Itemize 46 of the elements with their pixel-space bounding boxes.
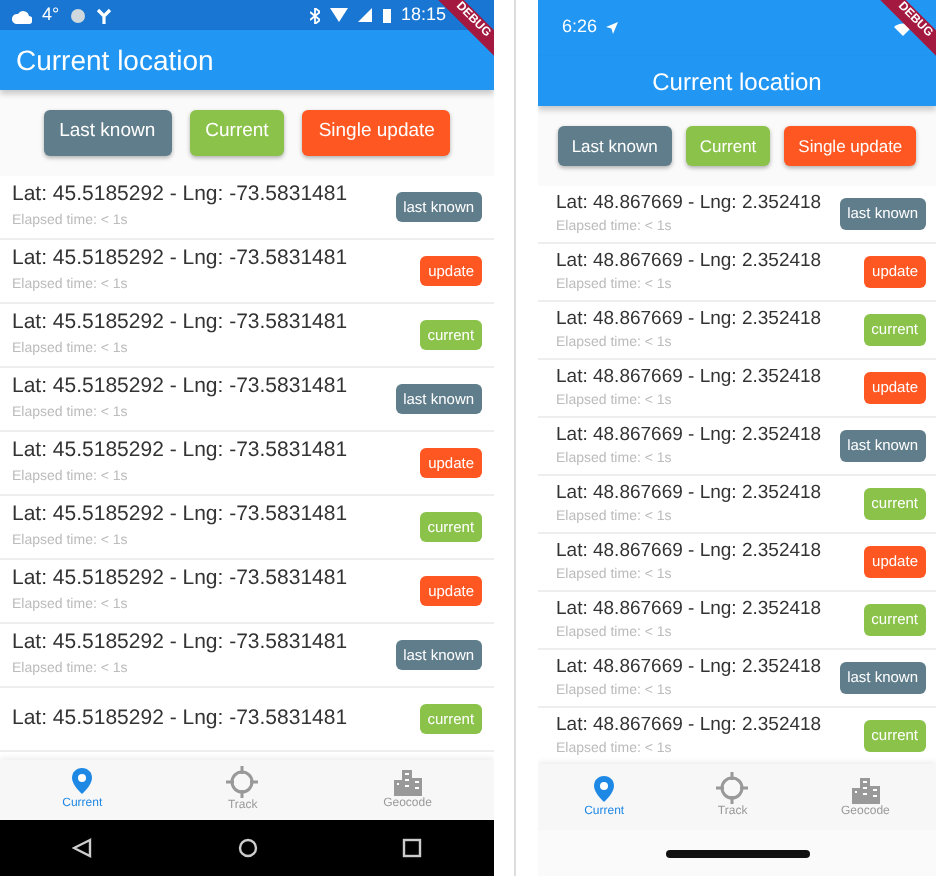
coordinates-text: Lat: 48.867669 - Lng: 2.352418 [556,653,822,682]
buildings-icon [391,766,424,796]
coordinates-text: Lat: 48.867669 - Lng: 2.352418 [556,189,822,218]
location-pin-icon [70,766,95,796]
wifi-icon [329,8,347,22]
clock-time: 6:26 [562,14,598,41]
signal-icon [357,8,371,22]
battery-icon [381,7,391,23]
coordinates-text: Lat: 45.5185292 - Lng: -73.5831481 [12,372,348,403]
coordinates-text: Lat: 45.5185292 - Lng: -73.5831481 [12,564,348,595]
bluetooth-icon [309,7,319,23]
recents-icon[interactable] [401,838,422,858]
coordinates-text: Lat: 48.867669 - Lng: 2.352418 [556,479,822,508]
location-pin-icon [592,773,617,803]
coordinates-text: Lat: 48.867669 - Lng: 2.352418 [556,247,822,276]
coordinates-text: Lat: 48.867669 - Lng: 2.352418 [556,595,822,624]
coordinates-text: Lat: 45.5185292 - Lng: -73.5831481 [12,244,348,275]
weather-icon [12,7,32,23]
home-icon[interactable] [237,838,258,858]
clock-time: 18:15 [401,1,447,28]
home-indicator[interactable] [665,849,809,857]
location-button[interactable]: Current [189,110,285,156]
location-button[interactable]: Single update [784,125,917,167]
crosshair-icon [226,765,259,797]
coordinates-text: Lat: 45.5185292 - Lng: -73.5831481 [12,500,348,531]
coordinates-text: Lat: 45.5185292 - Lng: -73.5831481 [12,436,348,467]
buildings-icon [849,773,882,803]
location-button[interactable]: Last known [43,110,172,156]
crosshair-icon [716,772,749,804]
back-icon[interactable] [72,838,93,858]
coordinates-text: Lat: 45.5185292 - Lng: -73.5831481 [12,703,348,734]
location-button[interactable]: Current [685,125,771,167]
coordinates-text: Lat: 48.867669 - Lng: 2.352418 [556,711,822,740]
coordinates-text: Lat: 48.867669 - Lng: 2.352418 [556,363,822,392]
location-button[interactable]: Single update [302,110,451,156]
coordinates-text: Lat: 45.5185292 - Lng: -73.5831481 [12,308,348,339]
coordinates-text: Lat: 48.867669 - Lng: 2.352418 [556,537,822,566]
location-arrow-icon [605,22,618,34]
coordinates-text: Lat: 45.5185292 - Lng: -73.5831481 [12,180,348,211]
coordinates-text: Lat: 48.867669 - Lng: 2.352418 [556,421,822,450]
location-button[interactable]: Last known [557,125,672,167]
app-bar-title: Current location [538,56,936,106]
status-dot-icon [69,7,86,23]
coordinates-text: Lat: 45.5185292 - Lng: -73.5831481 [12,628,348,659]
temperature-text: 4° [42,1,60,28]
coordinates-text: Lat: 48.867669 - Lng: 2.352418 [556,305,822,334]
